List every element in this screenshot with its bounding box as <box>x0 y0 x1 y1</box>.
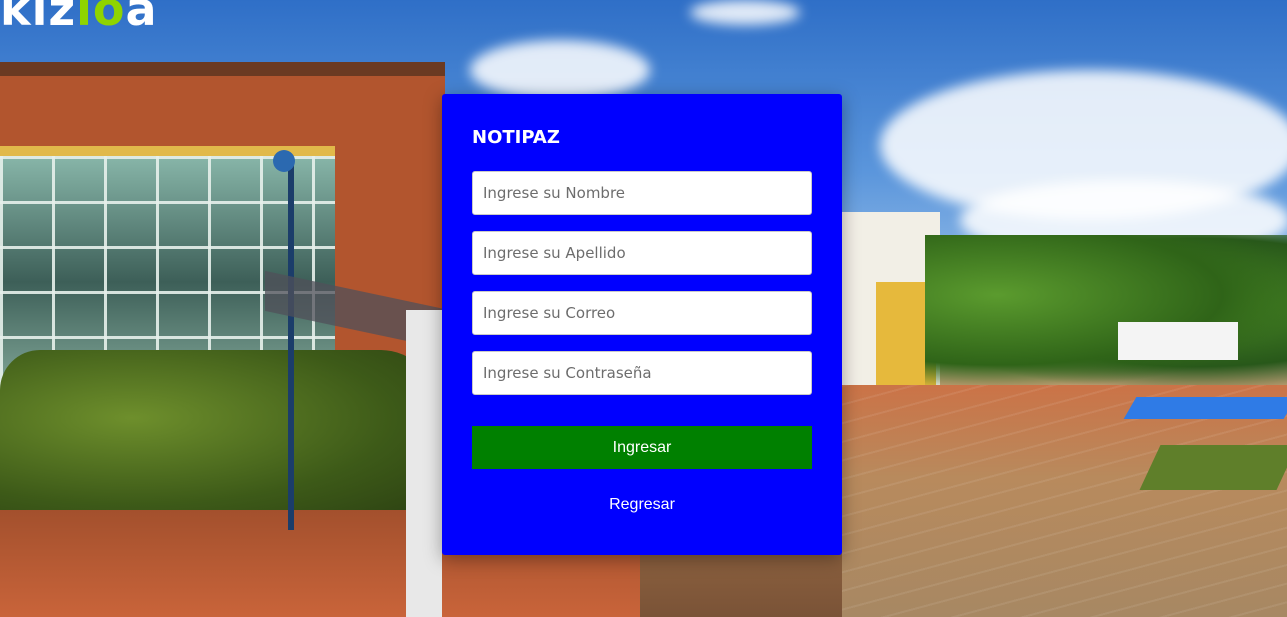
back-link[interactable]: Regresar <box>442 496 842 514</box>
name-input[interactable] <box>472 171 812 215</box>
login-title: NOTIPAZ <box>472 127 560 148</box>
lamp-head <box>273 150 295 172</box>
login-card: NOTIPAZ Ingresar Regresar <box>442 94 842 555</box>
trees <box>925 235 1287 385</box>
password-input[interactable] <box>472 351 812 395</box>
lamp-post <box>288 160 294 530</box>
small-house <box>1118 322 1238 360</box>
cloud <box>470 40 650 100</box>
logo: kizioa <box>0 0 158 32</box>
logo-accent: io <box>76 0 126 36</box>
grass-patch <box>1139 445 1287 490</box>
cloud <box>690 0 800 25</box>
background-photo: kizioa NOTIPAZ Ingresar Regresar <box>0 0 1287 617</box>
plaza <box>842 385 1287 617</box>
submit-button[interactable]: Ingresar <box>472 426 812 469</box>
blue-ground-mark <box>1123 397 1287 419</box>
email-input[interactable] <box>472 291 812 335</box>
lastname-input[interactable] <box>472 231 812 275</box>
kiosk <box>406 310 442 617</box>
hedge <box>0 350 440 520</box>
logo-prefix: kiz <box>0 0 77 36</box>
logo-suffix: a <box>125 0 158 36</box>
